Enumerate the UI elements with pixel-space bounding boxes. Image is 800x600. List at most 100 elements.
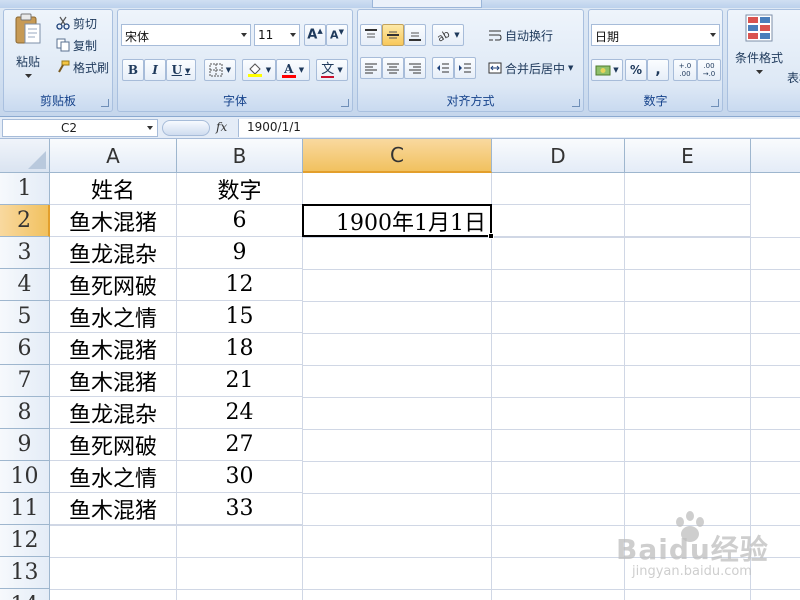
font-name-select[interactable]: 宋体 [121, 24, 251, 46]
tab-home[interactable] [372, 0, 482, 8]
merge-cells-icon [488, 62, 502, 74]
currency-icon [595, 65, 611, 76]
increase-decimal-icon: +.0 .00 [678, 62, 692, 78]
number-format-value: 日期 [595, 30, 620, 44]
paste-icon [15, 13, 41, 44]
fill-bucket-icon [247, 63, 262, 77]
cut-button[interactable]: 剪切 [52, 14, 101, 32]
bold-glyph: B [127, 63, 139, 77]
underline-button[interactable]: U ▼ [166, 59, 196, 81]
percent-button[interactable]: % [625, 59, 647, 81]
comma-button[interactable]: , [647, 59, 669, 81]
dialog-launcher-icon[interactable] [572, 99, 580, 107]
increase-decimal-button[interactable]: +.0 .00 [673, 59, 697, 81]
dialog-launcher-icon[interactable] [341, 99, 349, 107]
shrink-font-button[interactable]: A▼ [326, 24, 348, 46]
alignment-group-label: 对齐方式 [446, 94, 495, 108]
font-color-glyph: A [284, 61, 294, 76]
wrap-text-button[interactable]: 自动换行 [484, 24, 557, 46]
number-group: 日期 ▼ % , +.0 .00 .00 →.0 数字 [588, 9, 723, 112]
formula-bar-resize-handle[interactable] [162, 120, 210, 136]
insert-function-button[interactable]: fx [216, 120, 227, 134]
dialog-launcher-icon[interactable] [711, 99, 719, 107]
align-right-icon [409, 63, 421, 74]
clipboard-group-label: 剪贴板 [39, 94, 76, 108]
font-group-label: 字体 [222, 94, 247, 108]
formula-input[interactable]: 1900/1/1 [238, 119, 800, 137]
paintbrush-icon [58, 60, 70, 73]
merge-center-button[interactable]: 合并后居中 ▼ [484, 57, 577, 79]
clipboard-group: 粘贴 剪切 复制 格式刷 剪贴板 [3, 9, 113, 112]
ribbon-tab-strip [0, 0, 800, 8]
orientation-button[interactable]: ab ▼ [432, 24, 464, 46]
align-right-button[interactable] [404, 57, 426, 79]
alignment-group: ab ▼ 自动换行 合并后居中 ▼ 对齐方式 [357, 9, 584, 112]
decrease-decimal-icon: .00 →.0 [702, 62, 716, 78]
align-bottom-icon [409, 32, 421, 41]
increase-indent-icon [459, 63, 471, 73]
borders-button[interactable]: ▼ [204, 59, 236, 81]
dialog-launcher-icon[interactable] [101, 99, 109, 107]
name-box-value: C2 [61, 121, 78, 135]
chevron-down-icon[interactable] [147, 126, 153, 130]
wrap-text-label: 自动换行 [505, 28, 554, 43]
conditional-format-button[interactable]: 条件格式 [730, 12, 788, 92]
phonetic-button[interactable]: 文 ▼ [316, 59, 348, 81]
format-as-table-button[interactable]: 表格 [784, 50, 800, 100]
fill-handle[interactable] [488, 233, 494, 239]
spreadsheet-grid: A B C D E 1 2 3 4 5 6 7 8 9 10 11 12 13 … [0, 139, 800, 600]
name-box[interactable]: C2 [2, 119, 158, 137]
format-painter-label: 格式刷 [73, 60, 110, 75]
number-group-label: 数字 [643, 94, 668, 108]
align-top-button[interactable] [360, 24, 382, 46]
bold-button[interactable]: B [122, 59, 144, 81]
decrease-indent-button[interactable] [432, 57, 454, 79]
align-center-icon [387, 63, 399, 74]
format-as-table-label: 表格 [787, 71, 800, 85]
number-format-select[interactable]: 日期 [591, 24, 720, 46]
increase-indent-button[interactable] [454, 57, 476, 79]
align-left-button[interactable] [360, 57, 382, 79]
align-bottom-button[interactable] [404, 24, 426, 46]
conditional-format-icon [745, 14, 773, 42]
phonetic-icon: 文 [321, 61, 335, 78]
cell-c2[interactable]: 1900年1月1日 [302, 204, 492, 237]
text-orientation-icon: ab [436, 29, 452, 42]
chevron-down-icon [755, 70, 763, 74]
align-center-button[interactable] [382, 57, 404, 79]
align-top-icon [365, 29, 377, 38]
conditional-format-label: 条件格式 [734, 51, 783, 65]
wrap-text-icon [489, 30, 502, 41]
copy-button[interactable]: 复制 [52, 36, 101, 54]
font-color-icon: A [281, 61, 296, 78]
cut-label: 剪切 [73, 16, 98, 31]
formula-bar: C2 fx 1900/1/1 [0, 117, 800, 139]
comma-glyph: , [655, 62, 661, 78]
fill-color-button[interactable]: ▼ [242, 59, 276, 81]
shrink-font-icon: A▼ [330, 28, 344, 42]
align-left-icon [365, 63, 377, 74]
chevron-down-icon [241, 33, 247, 37]
format-painter-button[interactable]: 格式刷 [52, 58, 113, 76]
italic-glyph: I [152, 63, 158, 77]
font-name-value: 宋体 [125, 30, 150, 44]
font-size-select[interactable]: 11 [254, 24, 300, 46]
copy-label: 复制 [73, 38, 98, 53]
chevron-down-icon [24, 74, 32, 78]
grow-font-button[interactable]: A▲ [304, 24, 326, 46]
italic-button[interactable]: I [144, 59, 166, 81]
merge-center-label: 合并后居中 [505, 61, 566, 76]
decrease-decimal-button[interactable]: .00 →.0 [697, 59, 721, 81]
currency-button[interactable]: ▼ [591, 59, 623, 81]
decrease-indent-icon [437, 63, 449, 73]
font-group: 宋体 11 A▲ A▼ B I U ▼ ▼ ▼ A ▼ 文 ▼ 字体 [117, 9, 353, 112]
ribbon: 粘贴 剪切 复制 格式刷 剪贴板 宋体 11 A▲ A▼ B I U ▼ ▼ ▼… [0, 0, 800, 117]
scissors-icon [56, 16, 70, 30]
paste-button[interactable]: 粘贴 [8, 12, 48, 92]
underline-glyph: U [171, 63, 183, 77]
chevron-down-icon [710, 33, 716, 37]
styles-group: 条件格式 表格 [727, 9, 800, 112]
font-color-button[interactable]: A ▼ [276, 59, 310, 81]
copy-icon [56, 38, 70, 52]
align-middle-button[interactable] [382, 24, 404, 46]
